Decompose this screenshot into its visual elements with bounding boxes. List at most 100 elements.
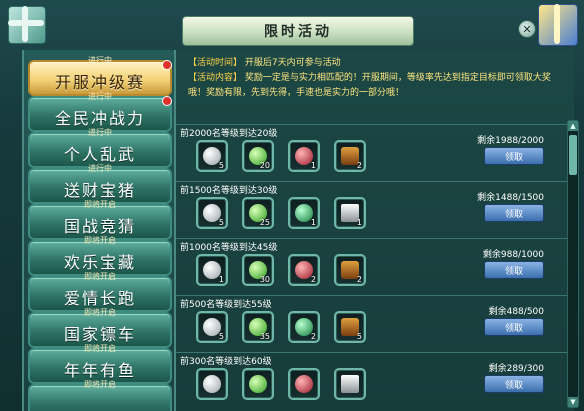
green-gem-icon[interactable]: 20 xyxy=(242,140,274,172)
tab-status: 即将开启 xyxy=(84,200,116,209)
silver-bar-icon[interactable]: 1 xyxy=(334,197,366,229)
title-bar: 限时活动 xyxy=(182,16,414,46)
item-count: 1 xyxy=(310,218,316,227)
reward-items xyxy=(196,368,366,400)
claim-button[interactable]: 领取 xyxy=(484,204,544,222)
scroll-up-icon[interactable]: ▲ xyxy=(568,121,578,131)
tab-label: 国家镖车 xyxy=(63,325,136,344)
claim-button[interactable]: 领取 xyxy=(484,318,544,336)
item-count: 2 xyxy=(310,275,316,284)
time-key: 【活动时间】 xyxy=(188,58,243,68)
gift-box-decoration-left xyxy=(0,0,58,48)
item-count: 25 xyxy=(259,218,270,227)
activity-window: 限时活动 ✕ 进行中 开服冲级赛 进行中 全民冲战力 进行中 个人乱武 进行中 … xyxy=(0,0,584,411)
reward-condition: 前2000名等级到达20级 xyxy=(180,129,278,139)
item-count: 2 xyxy=(356,275,362,284)
chest-icon[interactable]: 2 xyxy=(334,254,366,286)
tab-status: 即将开启 xyxy=(84,236,116,245)
item-count: 35 xyxy=(259,332,270,341)
tab-activity-10[interactable]: 即将开启 xyxy=(28,380,172,411)
green-gem-icon[interactable]: 30 xyxy=(242,254,274,286)
reward-items: 5 35 2 5 xyxy=(196,311,366,343)
tab-status: 进行中 xyxy=(88,92,112,101)
reward-row: 前300名等级到达60级 剩余289/300 领取 xyxy=(176,352,574,411)
scroll-down-icon[interactable]: ▼ xyxy=(568,397,578,407)
red-gem-icon[interactable]: 2 xyxy=(288,254,320,286)
silver-ingot-icon[interactable]: 1 xyxy=(196,254,228,286)
green-gem-icon[interactable]: 25 xyxy=(242,197,274,229)
item-count: 1 xyxy=(218,275,224,284)
tab-label: 爱情长跑 xyxy=(63,289,136,308)
green-orb-icon[interactable]: 1 xyxy=(288,197,320,229)
green-gem-icon[interactable]: 35 xyxy=(242,311,274,343)
item-count: 5 xyxy=(218,218,224,227)
chest-icon[interactable]: 2 xyxy=(334,140,366,172)
reward-condition: 前500名等级到达55级 xyxy=(180,300,272,310)
scroll-thumb[interactable] xyxy=(569,135,577,175)
item-count: 1 xyxy=(356,218,362,227)
reward-items: 5 25 1 1 xyxy=(196,197,366,229)
claim-button[interactable]: 领取 xyxy=(484,147,544,165)
tab-status: 进行中 xyxy=(88,56,112,65)
silver-bar-icon[interactable] xyxy=(334,368,366,400)
silver-ingot-icon[interactable]: 5 xyxy=(196,140,228,172)
item-count: 1 xyxy=(310,161,316,170)
tab-status: 即将开启 xyxy=(84,344,116,353)
content-key: 【活动内容】 xyxy=(188,73,243,83)
green-gem-icon[interactable] xyxy=(242,368,274,400)
tab-status: 即将开启 xyxy=(84,272,116,281)
silver-ingot-icon[interactable] xyxy=(196,368,228,400)
item-count: 5 xyxy=(218,332,224,341)
close-icon: ✕ xyxy=(522,22,532,36)
reward-condition: 前1000名等级到达45级 xyxy=(180,243,278,253)
silver-ingot-icon[interactable]: 5 xyxy=(196,311,228,343)
tab-status: 进行中 xyxy=(88,164,112,173)
remaining-count: 剩余488/500 xyxy=(488,307,544,317)
window-title: 限时活动 xyxy=(264,24,332,40)
chest-icon[interactable]: 5 xyxy=(334,311,366,343)
item-count: 5 xyxy=(218,161,224,170)
reward-condition: 前300名等级到达60级 xyxy=(180,357,272,367)
claim-button[interactable]: 领取 xyxy=(484,261,544,279)
reward-row: 前1000名等级到达45级 1 30 2 2 剩余988/1000 领取 xyxy=(176,238,574,297)
red-gem-icon[interactable] xyxy=(288,368,320,400)
remaining-count: 剩余1488/1500 xyxy=(477,193,544,203)
activity-tab-list: 进行中 开服冲级赛 进行中 全民冲战力 进行中 个人乱武 进行中 送财宝猪 即将… xyxy=(22,50,176,411)
item-count: 2 xyxy=(310,332,316,341)
content-value: 奖励一定是与实力相匹配的！开服期间，等级率先达到指定目标即可领取大奖哦！奖励有限… xyxy=(188,73,551,98)
tab-label: 年年有鱼 xyxy=(63,361,136,380)
tab-label: 开服冲级赛 xyxy=(54,73,145,92)
tab-label: 全民冲战力 xyxy=(54,109,145,128)
scrollbar[interactable]: ▲ ▼ xyxy=(567,120,579,408)
item-count: 2 xyxy=(356,161,362,170)
red-gem-icon[interactable]: 1 xyxy=(288,140,320,172)
item-count: 5 xyxy=(356,332,362,341)
tab-label: 个人乱武 xyxy=(63,145,136,164)
tab-status: 即将开启 xyxy=(84,380,116,389)
reward-row: 前500名等级到达55级 5 35 2 5 剩余488/500 领取 xyxy=(176,295,574,354)
remaining-count: 剩余289/300 xyxy=(488,364,544,374)
tab-label: 欢乐宝藏 xyxy=(63,253,136,272)
tab-status: 即将开启 xyxy=(84,308,116,317)
notification-dot xyxy=(162,96,172,106)
reward-row: 前1500名等级到达30级 5 25 1 1 剩余1488/1500 领取 xyxy=(176,181,574,240)
claim-button[interactable]: 领取 xyxy=(484,375,544,393)
remaining-count: 剩余988/1000 xyxy=(482,250,544,260)
tab-status: 进行中 xyxy=(88,128,112,137)
activity-info: 【活动时间】 开服后7天内可参与活动 【活动内容】 奖励一定是与实力相匹配的！开… xyxy=(188,56,558,101)
notification-dot xyxy=(162,60,172,70)
reward-items: 1 30 2 2 xyxy=(196,254,366,286)
green-orb-icon[interactable]: 2 xyxy=(288,311,320,343)
time-value: 开服后7天内可参与活动 xyxy=(244,58,341,68)
reward-items: 5 20 1 2 xyxy=(196,140,366,172)
silver-ingot-icon[interactable]: 5 xyxy=(196,197,228,229)
tab-label: 国战竞猜 xyxy=(63,217,136,236)
close-button[interactable]: ✕ xyxy=(518,20,536,38)
item-count: 30 xyxy=(259,275,270,284)
tab-label: 送财宝猪 xyxy=(63,181,136,200)
reward-row: 前2000名等级到达20级 5 20 1 2 剩余1988/2000 领取 xyxy=(176,124,574,183)
remaining-count: 剩余1988/2000 xyxy=(477,136,544,146)
reward-condition: 前1500名等级到达30级 xyxy=(180,186,278,196)
activity-detail-panel: 【活动时间】 开服后7天内可参与活动 【活动内容】 奖励一定是与实力相匹配的！开… xyxy=(176,50,574,411)
item-count: 20 xyxy=(259,161,270,170)
